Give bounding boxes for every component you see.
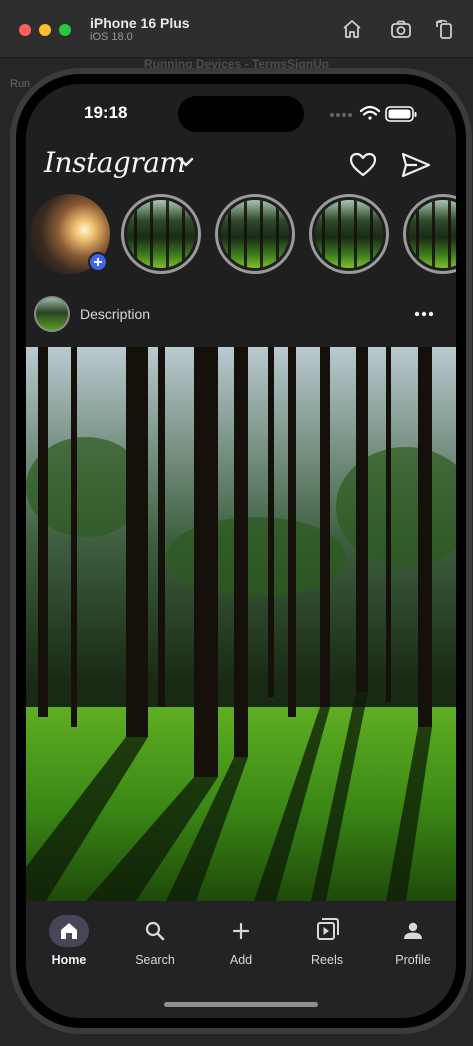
add-icon (221, 915, 261, 947)
camera-icon (391, 20, 411, 38)
post-options-button[interactable] (412, 304, 436, 324)
wifi-icon (359, 105, 381, 120)
home-device-icon (343, 20, 361, 38)
post-image[interactable] (26, 347, 456, 901)
story-thumbnail (315, 200, 383, 268)
reels-icon (307, 915, 347, 947)
app-header: Instagram (26, 144, 456, 188)
post-header: Description (26, 296, 456, 334)
add-story-badge[interactable] (88, 252, 108, 272)
cellular-signal-icon (330, 113, 352, 117)
chevron-down-icon[interactable] (176, 152, 196, 172)
minimize-window-button[interactable] (39, 24, 51, 36)
screenshot-button[interactable] (390, 18, 412, 40)
plus-icon (94, 258, 102, 266)
nav-home-label: Home (51, 953, 87, 967)
home-icon (49, 915, 89, 947)
story-thumbnail (221, 200, 289, 268)
home-indicator[interactable] (164, 1002, 318, 1007)
nav-search[interactable]: Search (113, 915, 197, 971)
os-version: iOS 18.0 (90, 31, 133, 43)
device-name: iPhone 16 Plus (90, 15, 190, 31)
more-icon (414, 311, 434, 317)
nav-profile-label: Profile (395, 953, 431, 967)
nav-search-label: Search (135, 953, 175, 967)
simulator-titlebar: iPhone 16 Plus iOS 18.0 (0, 0, 473, 58)
stories-row (26, 194, 456, 278)
battery-icon (385, 106, 417, 122)
story-item[interactable] (403, 194, 456, 274)
nav-profile[interactable]: Profile (371, 915, 455, 971)
forest-photo (26, 347, 456, 901)
heart-icon (349, 152, 377, 177)
status-icons (328, 104, 444, 124)
search-icon (135, 915, 175, 947)
zoom-window-button[interactable] (59, 24, 71, 36)
post-avatar[interactable] (34, 296, 70, 332)
own-story[interactable] (30, 194, 110, 274)
close-window-button[interactable] (19, 24, 31, 36)
device-home-button[interactable] (341, 18, 363, 40)
nav-add[interactable]: Add (199, 915, 283, 971)
dynamic-island (178, 96, 304, 132)
nav-reels[interactable]: Reels (285, 915, 369, 971)
background-run-tab: Run (10, 78, 31, 90)
nav-reels-label: Reels (311, 953, 343, 967)
story-item[interactable] (121, 194, 201, 274)
story-item[interactable] (215, 194, 295, 274)
status-time: 19:18 (84, 103, 128, 122)
phone-screen: 19:18 Instagram Description Home Search … (26, 84, 456, 1018)
story-thumbnail (127, 200, 195, 268)
messages-button[interactable] (400, 150, 432, 180)
profile-icon (393, 915, 433, 947)
bottom-navigation: Home Search Add Reels Profile (26, 901, 456, 1018)
nav-add-label: Add (229, 953, 253, 967)
story-item[interactable] (309, 194, 389, 274)
story-thumbnail (409, 200, 456, 268)
nav-home[interactable]: Home (27, 915, 111, 971)
rotate-icon (436, 19, 452, 39)
post-description: Description (80, 306, 151, 322)
send-icon (401, 152, 431, 178)
instagram-logo[interactable]: Instagram (44, 146, 186, 179)
notifications-button[interactable] (348, 150, 378, 180)
rotate-device-button[interactable] (434, 18, 456, 40)
